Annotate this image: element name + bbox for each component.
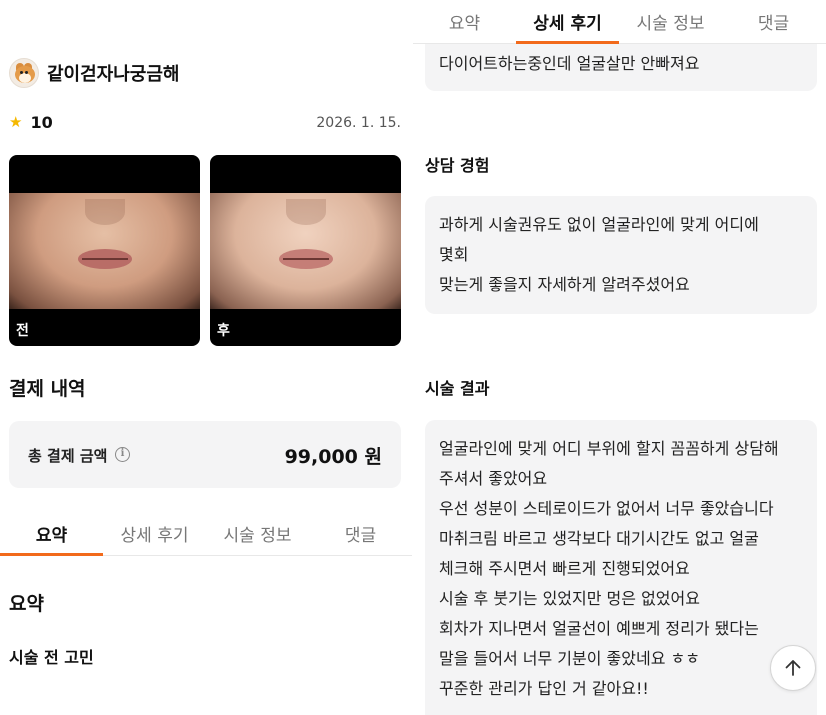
rating-score: 10 [30, 113, 53, 132]
result-line: 꾸준한 관리가 답인 거 같아요!! [439, 679, 649, 698]
after-photo[interactable]: 후 [210, 155, 401, 346]
info-icon[interactable]: i [115, 447, 130, 462]
result-line: 주셔서 좋았어요 [439, 469, 548, 488]
summary-heading: 요약 [9, 593, 44, 615]
before-photo[interactable]: 전 [9, 155, 200, 346]
result-line: 시술 후 붓기는 있었지만 멍은 없었어요 [439, 589, 700, 608]
consult-line: 과하게 시술권유도 없이 얼굴라인에 맞게 어디에 [439, 215, 759, 234]
result-line: 얼굴라인에 맞게 어디 부위에 할지 꼼꼼하게 상담해 [439, 439, 779, 458]
result-line: 우선 성분이 스테로이드가 없어서 너무 좋았습니다 [439, 499, 774, 518]
arrow-up-icon [785, 660, 801, 676]
tab-comments[interactable]: 댓글 [722, 4, 825, 43]
rating: ★ 10 [9, 113, 53, 132]
result-text-box: 얼굴라인에 맞게 어디 부위에 할지 꼼꼼하게 상담해 주셔서 좋았어요 우선 … [425, 420, 817, 715]
payment-amount: 99,000 원 [284, 446, 382, 468]
avatar [9, 58, 39, 88]
result-line: 마취크림 바르고 생각보다 대기시간도 없고 얼굴 [439, 529, 759, 548]
payment-label: 총 결제 금액 [28, 447, 108, 465]
review-detail-panel: 다이어트하는중인데 얼굴살만 안빠져요 요약 상세 후기 시술 정보 댓글 상담… [413, 0, 826, 715]
before-label: 전 [16, 323, 29, 339]
consult-line: 맞는게 좋을지 자세하게 알려주셨어요 [439, 275, 690, 294]
payment-card: 총 결제 금액 i 99,000 원 [9, 421, 401, 488]
tab-summary[interactable]: 요약 [413, 4, 516, 43]
tab-comments[interactable]: 댓글 [309, 516, 412, 555]
scroll-top-button[interactable] [770, 645, 816, 691]
concern-text: 다이어트하는중인데 얼굴살만 안빠져요 [439, 54, 700, 73]
review-summary-panel: 같이걷자나궁금해 ★ 10 2026. 1. 15. 전 후 결제 내역 총 결… [0, 0, 412, 715]
payment-section-title: 결제 내역 [9, 378, 86, 400]
result-line: 말을 들어서 너무 기분이 좋았네요 ㅎㅎ [439, 649, 700, 668]
tab-detail-review[interactable]: 상세 후기 [516, 4, 619, 44]
result-line: 회차가 지나면서 얼굴선이 예쁘게 정리가 됐다는 [439, 619, 759, 638]
tab-treatment-info[interactable]: 시술 정보 [206, 516, 309, 555]
result-line: 체크해 주시면서 빠르게 진행되었어요 [439, 559, 690, 578]
review-author[interactable]: 같이걷자나궁금해 [9, 58, 179, 88]
star-icon: ★ [9, 113, 23, 131]
result-heading: 시술 결과 [425, 379, 490, 398]
tab-summary[interactable]: 요약 [0, 516, 103, 556]
consult-text-box: 과하게 시술권유도 없이 얼굴라인에 맞게 어디에 몇회 맞는게 좋을지 자세하… [425, 196, 817, 314]
review-tabs: 요약 상세 후기 시술 정보 댓글 [0, 516, 412, 556]
author-name: 같이걷자나궁금해 [47, 64, 180, 85]
consult-heading: 상담 경험 [425, 156, 490, 175]
tab-detail-review[interactable]: 상세 후기 [103, 516, 206, 555]
after-label: 후 [217, 323, 230, 339]
review-date: 2026. 1. 15. [316, 115, 401, 131]
tab-treatment-info[interactable]: 시술 정보 [619, 4, 722, 43]
summary-subheading: 시술 전 고민 [9, 648, 94, 667]
consult-line: 몇회 [439, 245, 469, 264]
sticky-review-tabs: 요약 상세 후기 시술 정보 댓글 [413, 4, 826, 44]
